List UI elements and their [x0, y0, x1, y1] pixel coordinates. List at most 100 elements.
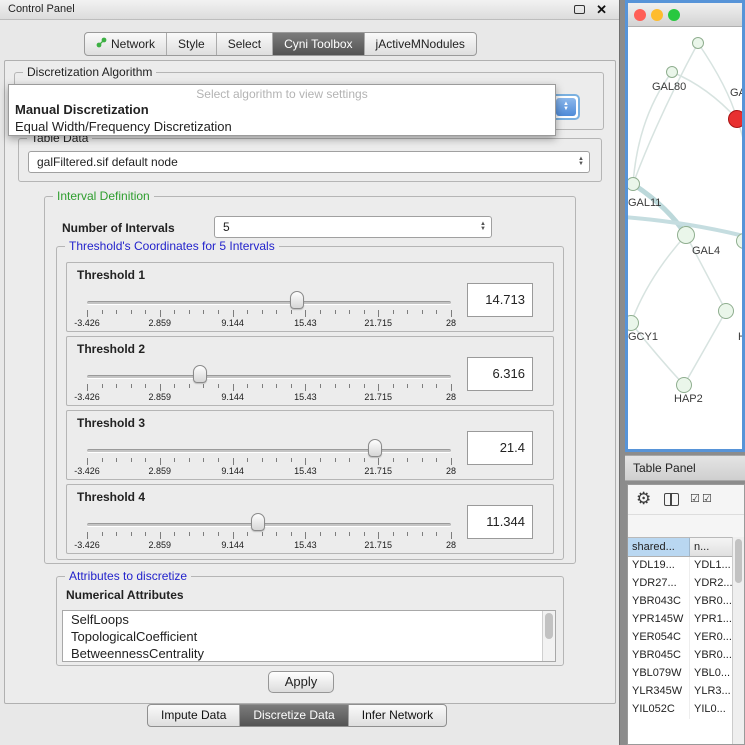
dropdown-option-manual[interactable]: Manual Discretization [9, 101, 555, 118]
slider-track[interactable] [87, 449, 451, 453]
scrollbar-thumb[interactable] [735, 539, 742, 583]
tick-mark [160, 310, 161, 317]
table-row[interactable]: YER054CYER0... [628, 629, 744, 647]
attributes-group-title: Attributes to discretize [65, 569, 191, 583]
network-node[interactable] [692, 37, 704, 49]
combo-arrows-icon[interactable]: ▲▼ [556, 98, 576, 116]
list-item[interactable]: TopologicalCoefficient [63, 628, 555, 645]
table-row[interactable]: YPR145WYPR1... [628, 611, 744, 629]
table-row[interactable]: YBR045CYBR0... [628, 647, 744, 665]
table-scrollbar[interactable] [732, 537, 744, 744]
tab-discretize-data[interactable]: Discretize Data [239, 705, 347, 726]
tab-impute-data[interactable]: Impute Data [148, 705, 239, 726]
tick-label: 9.144 [221, 540, 244, 550]
slider-thumb[interactable] [368, 439, 382, 457]
tick-label: 9.144 [221, 466, 244, 476]
tab-infer-network[interactable]: Infer Network [348, 705, 446, 726]
tab-network[interactable]: Network [85, 33, 166, 55]
slider-ticks [87, 458, 451, 466]
combo-arrows-icon[interactable]: ▲▼ [480, 222, 486, 232]
tick-mark [393, 384, 394, 388]
tab-label: jActiveMNodules [376, 37, 465, 51]
highlighted-node[interactable] [728, 110, 742, 128]
network-node[interactable] [718, 303, 734, 319]
gear-icon[interactable]: ⚙ [636, 489, 651, 509]
network-node[interactable] [677, 226, 695, 244]
table-row[interactable]: YBR043CYBR0... [628, 593, 744, 611]
tick-mark [233, 384, 234, 391]
table-data-combobox[interactable]: galFiltered.sif default node ▲▼ [28, 151, 590, 173]
tick-label: -3.426 [74, 466, 100, 476]
control-panel-titlebar[interactable]: Control Panel ✕ [0, 0, 619, 20]
slider-thumb[interactable] [193, 365, 207, 383]
scrollbar-thumb[interactable] [545, 613, 553, 639]
checkbox-icon[interactable]: ☑ [690, 492, 700, 505]
threshold-value-field[interactable]: 11.344 [467, 505, 533, 539]
tick-mark [422, 458, 423, 462]
table-row[interactable]: YIL052CYIL0... [628, 701, 744, 719]
table-header-row: shared... n... [628, 537, 744, 557]
columns-icon[interactable] [664, 493, 679, 506]
table-row[interactable]: YDL19...YDL1... [628, 557, 744, 575]
slider-track[interactable] [87, 523, 451, 527]
tick-mark [116, 310, 117, 314]
tab-select[interactable]: Select [216, 33, 272, 55]
node-label: HAP2 [674, 393, 703, 405]
tick-mark [160, 458, 161, 465]
network-node[interactable] [666, 66, 678, 78]
tick-mark [393, 458, 394, 462]
tick-mark [145, 310, 146, 314]
combo-arrows-icon[interactable]: ▲▼ [578, 157, 584, 167]
attributes-scrollbar[interactable] [542, 611, 555, 661]
node-label: GAL80 [652, 81, 686, 93]
table-spacer [628, 515, 744, 537]
tab-jactivemnodules[interactable]: jActiveMNodules [364, 33, 476, 55]
list-item[interactable]: BetweennessCentrality [63, 645, 555, 662]
tick-mark [87, 458, 88, 465]
apply-button[interactable]: Apply [268, 671, 334, 693]
float-window-icon[interactable] [574, 5, 585, 14]
tick-mark [305, 532, 306, 539]
numerical-attributes-list[interactable]: SelfLoopsTopologicalCoefficientBetweenne… [62, 610, 556, 662]
interval-definition-title: Interval Definition [53, 189, 154, 203]
checkbox-icon[interactable]: ☑ [702, 492, 712, 505]
num-intervals-label: Number of Intervals [62, 221, 175, 235]
close-icon[interactable]: ✕ [596, 2, 607, 18]
threshold-value-field[interactable]: 21.4 [467, 431, 533, 465]
algorithm-group-title: Discretization Algorithm [23, 65, 156, 79]
num-intervals-combobox[interactable]: 5 ▲▼ [214, 216, 492, 238]
tick-mark [174, 310, 175, 314]
zoom-traffic-light-icon[interactable] [668, 9, 680, 21]
tick-label: 21.715 [364, 318, 392, 328]
slider-track[interactable] [87, 301, 451, 305]
network-canvas[interactable]: GAL80GAGAL11GAL4GCY1HHAP2 [628, 27, 742, 424]
network-view-window: GAL80GAGAL11GAL4GCY1HHAP2 [625, 0, 745, 452]
table-row[interactable]: YLR345WYLR3... [628, 683, 744, 701]
tick-mark [145, 532, 146, 536]
tick-mark [378, 458, 379, 465]
tick-mark [364, 310, 365, 314]
table-panel-titlebar[interactable]: Table Panel [625, 455, 745, 481]
threshold-label: Threshold 2 [77, 342, 145, 356]
table-row[interactable]: YBL079WYBL0... [628, 665, 744, 683]
slider-thumb[interactable] [251, 513, 265, 531]
tick-mark [189, 310, 190, 314]
threshold-value-field[interactable]: 6.316 [467, 357, 533, 391]
column-header-shared-name[interactable]: shared... [628, 538, 690, 556]
slider-track[interactable] [87, 375, 451, 379]
tick-mark [451, 384, 452, 391]
threshold-value-field[interactable]: 14.713 [467, 283, 533, 317]
tick-mark [233, 458, 234, 465]
slider-thumb[interactable] [290, 291, 304, 309]
dropdown-option-equal-width[interactable]: Equal Width/Frequency Discretization [9, 118, 555, 135]
network-node[interactable] [676, 377, 692, 393]
minimize-traffic-light-icon[interactable] [651, 9, 663, 21]
tab-style[interactable]: Style [166, 33, 216, 55]
list-item[interactable]: SelfLoops [63, 611, 555, 628]
close-traffic-light-icon[interactable] [634, 9, 646, 21]
dropdown-placeholder-option[interactable]: Select algorithm to view settings [9, 87, 555, 101]
table-row[interactable]: YDR27...YDR2... [628, 575, 744, 593]
network-icon [96, 37, 107, 51]
network-window-titlebar[interactable] [628, 3, 742, 27]
tab-cyni-toolbox[interactable]: Cyni Toolbox [272, 33, 363, 55]
